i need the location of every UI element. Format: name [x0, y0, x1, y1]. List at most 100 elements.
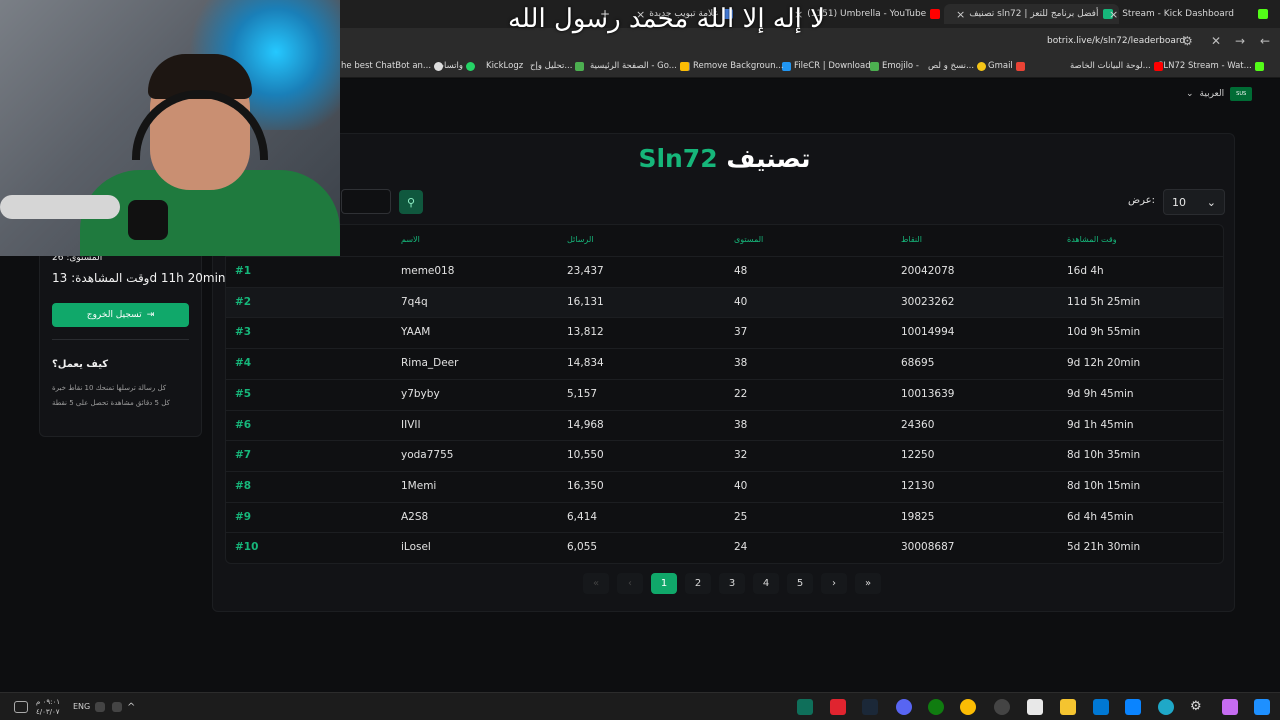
points-cell: 10013639: [901, 387, 955, 400]
obs-icon[interactable]: [994, 699, 1010, 715]
bookmark-item[interactable]: تحليل وإح...: [530, 61, 585, 71]
tab-leaderboard[interactable]: × تصنيف sln72 | أفضل برنامج للتعز: [944, 4, 1119, 24]
language-selector[interactable]: ⌄ العربية SUS: [1186, 87, 1253, 101]
name-cell: YAAM: [401, 326, 431, 339]
tab-kick-dashboard[interactable]: × Stream - Kick Dashboard: [1103, 4, 1269, 24]
name-cell: iLosel: [401, 541, 431, 554]
notifications-icon[interactable]: [14, 701, 28, 713]
bookmark-item[interactable]: FileCR | Download: [782, 61, 871, 71]
youtube-icon: [930, 9, 941, 19]
input-language[interactable]: ENG: [73, 702, 90, 711]
name-cell: IIVII: [401, 418, 421, 431]
name-cell: yoda7755: [401, 449, 454, 462]
level-cell: 37: [734, 326, 748, 339]
copilot-icon[interactable]: [1222, 699, 1238, 715]
xbox-icon[interactable]: [928, 699, 944, 715]
page-button-1[interactable]: 1: [651, 573, 677, 594]
points-cell: 19825: [901, 510, 935, 523]
kick-icon: [1254, 61, 1264, 71]
volume-icon[interactable]: [112, 702, 122, 712]
level-cell: 22: [734, 387, 748, 400]
bookmark-item[interactable]: KickLogz: [486, 61, 523, 71]
points-cell: 12250: [901, 449, 935, 462]
settings-icon[interactable]: ⚙: [1190, 699, 1206, 715]
steam-icon[interactable]: [862, 699, 878, 715]
rank-cell: #10: [235, 541, 259, 554]
bookmark-item[interactable]: SLN72 Stream - Wat...: [1158, 61, 1264, 71]
chevron-up-icon[interactable]: ^: [127, 702, 137, 713]
bookmark-label: Remove Backgroun...: [693, 61, 784, 71]
language-label: العربية: [1199, 89, 1225, 99]
bookmark-item[interactable]: he best ChatBot an...: [341, 61, 444, 71]
search-input[interactable]: [341, 189, 391, 214]
bookmark-item[interactable]: لوحة البيانات الخاصة...: [1070, 61, 1163, 71]
stop-icon[interactable]: ✕: [1211, 34, 1221, 48]
search-icon: ⚲: [406, 195, 416, 209]
clock-time: ٠٩:٠١ م: [36, 698, 60, 706]
name-cell: Rima_Deer: [401, 357, 459, 370]
back-icon[interactable]: →: [1235, 34, 1245, 48]
table-row: #3 YAAM 13,812 37 10014994 10d 9h 55min: [226, 317, 1223, 348]
search-button[interactable]: ⚲: [399, 190, 423, 214]
page-button-5[interactable]: 5: [787, 573, 813, 594]
column-header-points: النقاط: [901, 235, 922, 244]
name-cell: y7byby: [401, 387, 440, 400]
page-button-2[interactable]: 2: [685, 573, 711, 594]
bookmark-label: نسخ و لص...: [928, 61, 975, 71]
watch-time-cell: 5d 21h 30min: [1067, 541, 1141, 554]
close-icon[interactable]: ×: [1109, 8, 1118, 21]
url-field[interactable]: botrix.live/k/sln72/leaderboard: [1047, 36, 1185, 46]
rank-cell: #7: [235, 449, 252, 462]
next-page-button[interactable]: ›: [821, 573, 847, 594]
bookmark-item[interactable]: الصفحة الرئيسية - Go...: [590, 61, 689, 71]
messages-cell: 14,834: [567, 357, 604, 370]
outlook-icon[interactable]: [1093, 699, 1109, 715]
leaderboard-card: Sln72 تصنيف ⚲ عرض: 10 ⌄ الاسم الرسائل ال…: [212, 133, 1235, 612]
chrome-icon[interactable]: [960, 699, 976, 715]
bookmark-label: SLN72 Stream - Wat...: [1158, 61, 1252, 71]
windows-start-icon[interactable]: [1254, 699, 1270, 715]
tab-label: تصنيف sln72 | أفضل برنامج للتعز: [969, 9, 1099, 19]
logout-label: تسجيل الخروج: [86, 310, 142, 320]
level-cell: 25: [734, 510, 748, 523]
file-explorer-icon[interactable]: [1060, 699, 1076, 715]
table-row: #4 Rima_Deer 14,834 38 68695 9d 12h 20min: [226, 348, 1223, 379]
bookmark-item[interactable]: Gmail: [988, 61, 1025, 71]
bookmark-item[interactable]: Remove Backgroun...: [681, 61, 784, 71]
messages-cell: 6,055: [567, 541, 598, 554]
page-title: Sln72 تصنيف: [213, 144, 1236, 173]
first-page-button[interactable]: «: [583, 573, 609, 594]
level-cell: 48: [734, 265, 748, 277]
vivaldi-icon[interactable]: [830, 699, 846, 715]
table-row: #5 y7byby 5,157 22 10013639 9d 9h 45min: [226, 378, 1223, 410]
rank-cell: #6: [235, 418, 252, 431]
chatbot-icon: [434, 61, 444, 71]
level-cell: 32: [734, 449, 748, 462]
watch-time-cell: 16d 4h: [1067, 265, 1104, 277]
store-icon[interactable]: [1125, 699, 1141, 715]
excel-icon[interactable]: [797, 699, 813, 715]
messages-cell: 6,414: [567, 510, 598, 523]
whatsapp-icon: [466, 61, 476, 71]
clock[interactable]: ٠٩:٠١ م ٤/٠٣/٠٧: [36, 697, 60, 717]
discord-icon[interactable]: [896, 699, 912, 715]
tab-label: (1151) Umbrella - YouTube: [807, 9, 927, 19]
page-button-4[interactable]: 4: [753, 573, 779, 594]
file-icon[interactable]: [1027, 699, 1043, 715]
logout-button[interactable]: تسجيل الخروج ⇥: [52, 303, 189, 327]
network-icon[interactable]: [95, 702, 105, 712]
edge-icon[interactable]: [1158, 699, 1174, 715]
close-icon[interactable]: ×: [956, 8, 965, 21]
clock-date: ٤/٠٣/٠٧: [36, 708, 60, 716]
prev-page-button[interactable]: ‹: [617, 573, 643, 594]
forward-icon[interactable]: ←: [1260, 34, 1270, 48]
points-cell: 10014994: [901, 326, 955, 339]
page-button-3[interactable]: 3: [719, 573, 745, 594]
site-settings-icon[interactable]: ⚙: [1182, 34, 1193, 48]
bookmark-item[interactable]: نسخ و لص...: [928, 61, 987, 71]
bookmark-item[interactable]: Emojilo -: [870, 61, 919, 71]
watch-time-cell: 8d 10h 35min: [1067, 449, 1141, 462]
last-page-button[interactable]: »: [855, 573, 881, 594]
per-page-select[interactable]: 10 ⌄: [1163, 189, 1225, 215]
rank-cell: #8: [235, 479, 252, 492]
